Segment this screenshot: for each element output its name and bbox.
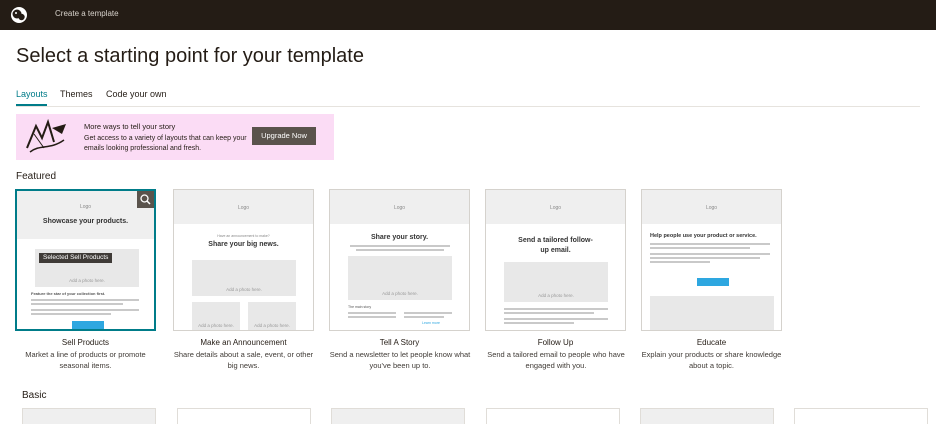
text-line [348, 316, 396, 318]
text-line [504, 318, 608, 320]
card-name-follow-up[interactable]: Follow Up [485, 338, 626, 347]
text-line [31, 299, 139, 301]
photo-placeholder-text: Add a photo here. [69, 278, 105, 283]
card-description: Share details about a sale, event, or ot… [173, 350, 314, 370]
template-card-basic[interactable] [22, 408, 156, 424]
template-preview-body: Feature the star of your collection firs… [31, 291, 106, 296]
photo-placeholder-text: Add a photo here. [538, 293, 574, 298]
page-title: Select a starting point for your templat… [16, 45, 364, 67]
template-preview-photo: Add a photo here. [248, 302, 296, 330]
tabs-divider [16, 106, 920, 107]
template-card-tell-a-story[interactable]: Logo Share your story. Add a photo here.… [329, 189, 470, 331]
tab-themes[interactable]: Themes [60, 89, 93, 99]
card-description: Send a tailored email to people who have… [487, 350, 625, 370]
text-line [650, 253, 770, 255]
banner-title: More ways to tell your story [84, 122, 176, 131]
template-card-educate[interactable]: Logo Help people use your product or ser… [641, 189, 782, 331]
template-card-basic[interactable] [794, 408, 928, 424]
template-preview-logo: Logo [549, 205, 562, 211]
template-card-sell-products[interactable]: Logo Showcase your products. Add a photo… [15, 189, 156, 331]
text-line [504, 312, 594, 314]
template-preview-logo: Logo [237, 205, 250, 211]
card-name-educate[interactable]: Educate [641, 338, 782, 347]
template-preview-photo: Add a photo here. [192, 302, 240, 330]
upgrade-banner: More ways to tell your story Get access … [16, 114, 334, 160]
mailchimp-logo-icon[interactable] [10, 6, 28, 24]
topbar-title: Create a template [55, 9, 119, 18]
text-line [356, 249, 444, 251]
tab-layouts[interactable]: Layouts [16, 89, 48, 99]
card-name-tell-a-story[interactable]: Tell A Story [329, 338, 470, 347]
text-line [348, 312, 396, 314]
template-card-basic[interactable] [177, 408, 311, 424]
template-preview-photo: Add a photo here. [504, 262, 608, 302]
template-preview-caption: The main story [348, 305, 372, 309]
template-preview-logo: Logo [393, 205, 406, 211]
template-preview-header [23, 409, 155, 424]
template-card-basic[interactable] [331, 408, 465, 424]
selected-template-label: Selected Sell Products [39, 253, 113, 263]
template-preview-logo: Logo [705, 205, 718, 211]
top-bar: Create a template [0, 0, 936, 30]
text-line [350, 245, 450, 247]
text-line [31, 303, 123, 305]
banner-text: Get access to a variety of layouts that … [84, 135, 247, 152]
text-line [504, 322, 574, 324]
template-preview-headline: Send a tailored follow-up email. [518, 237, 593, 254]
preview-search-button[interactable] [137, 191, 154, 208]
text-line [650, 247, 750, 249]
text-line [504, 308, 608, 310]
card-description: Send a newsletter to let people know wha… [329, 350, 471, 370]
template-preview-header [641, 409, 773, 424]
tab-code-your-own[interactable]: Code your own [106, 89, 167, 99]
template-preview-logo: Logo [79, 204, 92, 210]
text-line [31, 309, 139, 311]
template-preview-photo: Add a photo here. [348, 256, 452, 300]
text-line [650, 261, 710, 263]
card-name-make-an-announcement[interactable]: Make an Announcement [173, 338, 314, 347]
template-preview-photo: Add a photo here. [192, 260, 296, 296]
card-name-sell-products[interactable]: Sell Products [15, 338, 156, 347]
template-preview-headline: Share your story. [370, 234, 429, 241]
photo-placeholder-text: Add a photo here. [382, 291, 418, 296]
template-preview-kicker: Have an announcement to make? [217, 234, 270, 238]
photo-placeholder-text: Add a photo here. [254, 323, 290, 328]
text-line [404, 312, 452, 314]
template-preview-photo [650, 296, 774, 330]
search-icon [140, 194, 151, 205]
template-card-basic[interactable] [486, 408, 620, 424]
card-description: Explain your products or share knowledge… [641, 350, 782, 370]
template-preview-headline: Showcase your products. [42, 218, 129, 225]
featured-section-title: Featured [16, 171, 57, 182]
text-line [650, 257, 760, 259]
text-line [404, 316, 444, 318]
illustration-icon [26, 118, 66, 153]
template-preview-headline: Share your big news. [208, 241, 279, 248]
card-description: Market a line of products or promote sea… [25, 350, 146, 370]
text-line [31, 313, 111, 315]
template-card-make-an-announcement[interactable]: Logo Have an announcement to make? Share… [173, 189, 314, 331]
template-card-follow-up[interactable]: Logo Send a tailored follow-up email. Ad… [485, 189, 626, 331]
template-preview-button [697, 278, 729, 286]
photo-placeholder-text: Add a photo here. [198, 323, 234, 328]
template-preview-header [332, 409, 464, 424]
photo-placeholder-text: Add a photo here. [226, 287, 262, 292]
template-preview-header [17, 191, 154, 239]
template-preview-button [72, 321, 104, 329]
basic-section-title: Basic [22, 390, 47, 401]
upgrade-now-button[interactable]: Upgrade Now [252, 127, 316, 145]
template-preview-headline: Help people use your product or service. [650, 233, 757, 239]
template-card-basic[interactable] [640, 408, 774, 424]
template-preview-link: Learn more [422, 321, 440, 325]
text-line [650, 243, 770, 245]
